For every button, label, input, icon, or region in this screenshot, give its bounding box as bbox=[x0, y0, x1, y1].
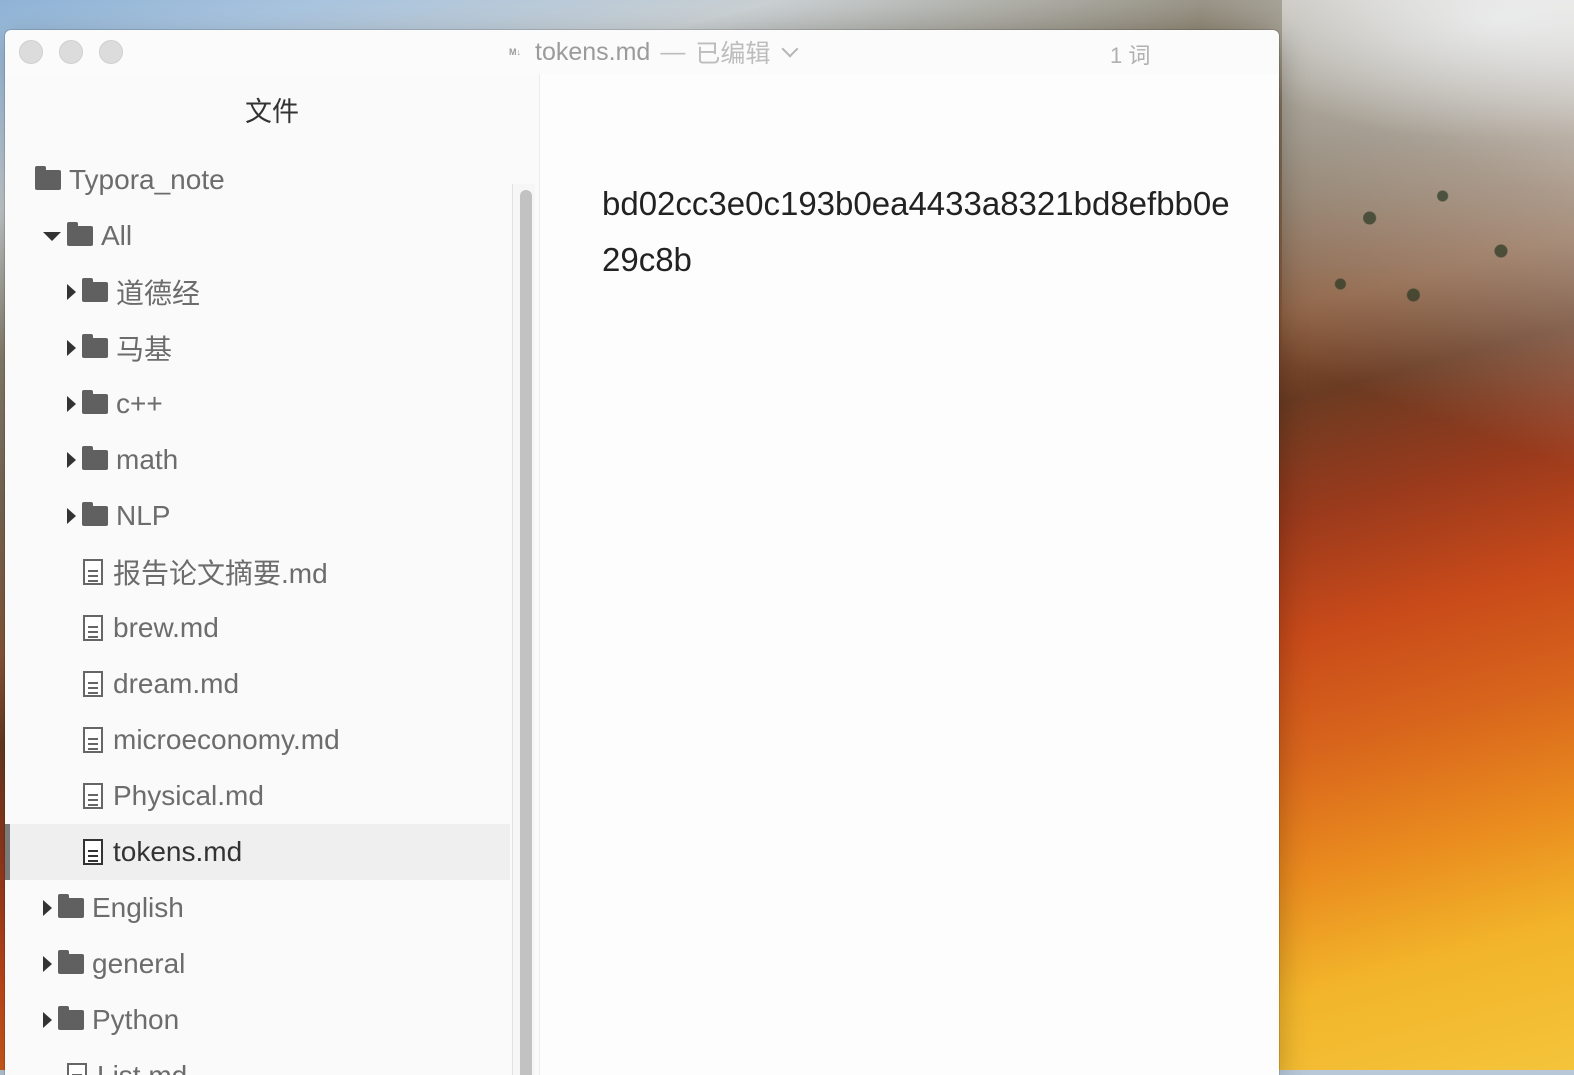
file-icon bbox=[83, 783, 103, 809]
sidebar-item-label: microeconomy.md bbox=[113, 724, 340, 755]
folder-icon bbox=[82, 390, 108, 414]
folder-icon bbox=[58, 950, 84, 974]
minimize-window-button[interactable] bbox=[59, 40, 83, 64]
sidebar-item-label: brew.md bbox=[113, 612, 219, 643]
sidebar-file-item[interactable]: 报告论文摘要.md bbox=[5, 544, 510, 600]
disclosure-collapsed-icon[interactable] bbox=[67, 508, 76, 524]
disclosure-collapsed-icon[interactable] bbox=[43, 1012, 52, 1028]
sidebar-file-item[interactable]: microeconomy.md bbox=[5, 712, 510, 768]
editor-pane[interactable]: bd02cc3e0c193b0ea4433a8321bd8efbb0e29c8b bbox=[540, 74, 1279, 1075]
sidebar-folder-item[interactable]: 马基 bbox=[5, 320, 510, 376]
sidebar-file-item[interactable]: dream.md bbox=[5, 656, 510, 712]
file-icon bbox=[83, 615, 103, 641]
document-title[interactable]: M↓ tokens.md — 已编辑 bbox=[505, 37, 799, 68]
chevron-down-icon[interactable] bbox=[781, 40, 799, 58]
title-bar: M↓ tokens.md — 已编辑 1 词 bbox=[5, 30, 1279, 74]
typora-window: M↓ tokens.md — 已编辑 1 词 文件 Typora_note All… bbox=[5, 30, 1279, 1075]
sidebar-file-item[interactable]: tokens.md bbox=[5, 824, 510, 880]
file-icon bbox=[83, 559, 103, 585]
file-sidebar: 文件 Typora_note All 道德经马基 c++ math NLP 报告论文摘要.m… bbox=[5, 74, 540, 1075]
sidebar-item-label: All bbox=[101, 220, 133, 251]
sidebar-folder-item[interactable]: general bbox=[5, 936, 510, 992]
file-icon bbox=[83, 727, 103, 753]
folder-icon bbox=[82, 502, 108, 526]
sidebar-folder-item[interactable]: Typora_note bbox=[5, 152, 510, 208]
disclosure-collapsed-icon[interactable] bbox=[67, 396, 76, 412]
sidebar-item-label: 马基 bbox=[116, 334, 173, 365]
disclosure-collapsed-icon[interactable] bbox=[67, 284, 76, 300]
sidebar-item-label: Typora_note bbox=[69, 164, 225, 195]
sidebar-item-label: math bbox=[116, 444, 179, 475]
sidebar-item-label: NLP bbox=[116, 500, 171, 531]
sidebar-item-label: English bbox=[92, 892, 184, 923]
folder-icon bbox=[58, 1006, 84, 1030]
file-icon bbox=[83, 839, 103, 865]
sidebar-folder-item[interactable]: 道德经 bbox=[5, 264, 510, 320]
sidebar-folder-item[interactable]: Python bbox=[5, 992, 510, 1048]
folder-icon bbox=[82, 278, 108, 302]
editor-content[interactable]: bd02cc3e0c193b0ea4433a8321bd8efbb0e29c8b bbox=[602, 176, 1242, 288]
wallpaper-trees bbox=[1282, 130, 1574, 350]
document-edit-state: 已编辑 bbox=[695, 40, 771, 68]
sidebar-item-label: general bbox=[92, 948, 186, 979]
sidebar-item-label: dream.md bbox=[113, 668, 240, 699]
disclosure-collapsed-icon[interactable] bbox=[67, 340, 76, 356]
sidebar-scrollbar-track[interactable] bbox=[512, 184, 535, 1075]
disclosure-expanded-icon[interactable] bbox=[43, 231, 61, 241]
sidebar-folder-item[interactable]: math bbox=[5, 432, 510, 488]
file-icon bbox=[67, 1063, 87, 1075]
sidebar-file-item[interactable]: brew.md bbox=[5, 600, 510, 656]
folder-icon bbox=[82, 446, 108, 470]
folder-icon bbox=[67, 222, 93, 246]
sidebar-folder-item[interactable]: NLP bbox=[5, 488, 510, 544]
disclosure-collapsed-icon[interactable] bbox=[43, 900, 52, 916]
sidebar-folder-item[interactable]: All bbox=[5, 208, 510, 264]
file-icon bbox=[83, 671, 103, 697]
sidebar-item-label: 道德经 bbox=[116, 278, 201, 309]
sidebar-item-label: Python bbox=[92, 1004, 180, 1035]
sidebar-scrollbar-thumb[interactable] bbox=[520, 190, 532, 1075]
file-tree: Typora_note All 道德经马基 c++ math NLP 报告论文摘要.md br… bbox=[5, 152, 510, 1075]
sidebar-item-label: Physical.md bbox=[113, 780, 264, 811]
sidebar-folder-item[interactable]: English bbox=[5, 880, 510, 936]
sidebar-folder-item[interactable]: c++ bbox=[5, 376, 510, 432]
sidebar-item-label: tokens.md bbox=[113, 836, 243, 867]
sidebar-item-label: List.md bbox=[97, 1060, 187, 1075]
disclosure-collapsed-icon[interactable] bbox=[43, 956, 52, 972]
document-name: tokens.md bbox=[535, 37, 651, 66]
sidebar-title: 文件 bbox=[245, 97, 299, 128]
sidebar-item-label: c++ bbox=[116, 388, 163, 419]
title-separator: — bbox=[660, 37, 686, 66]
folder-icon bbox=[82, 334, 108, 358]
sidebar-item-label: 报告论文摘要.md bbox=[113, 558, 328, 589]
folder-icon bbox=[35, 166, 61, 190]
sidebar-file-item[interactable]: List.md bbox=[5, 1048, 510, 1075]
folder-icon bbox=[58, 894, 84, 918]
sidebar-file-item[interactable]: Physical.md bbox=[5, 768, 510, 824]
zoom-window-button[interactable] bbox=[99, 40, 123, 64]
close-window-button[interactable] bbox=[19, 40, 43, 64]
disclosure-collapsed-icon[interactable] bbox=[67, 452, 76, 468]
markdown-document-icon: M↓ bbox=[509, 47, 521, 57]
word-count[interactable]: 1 词 bbox=[1110, 38, 1150, 70]
